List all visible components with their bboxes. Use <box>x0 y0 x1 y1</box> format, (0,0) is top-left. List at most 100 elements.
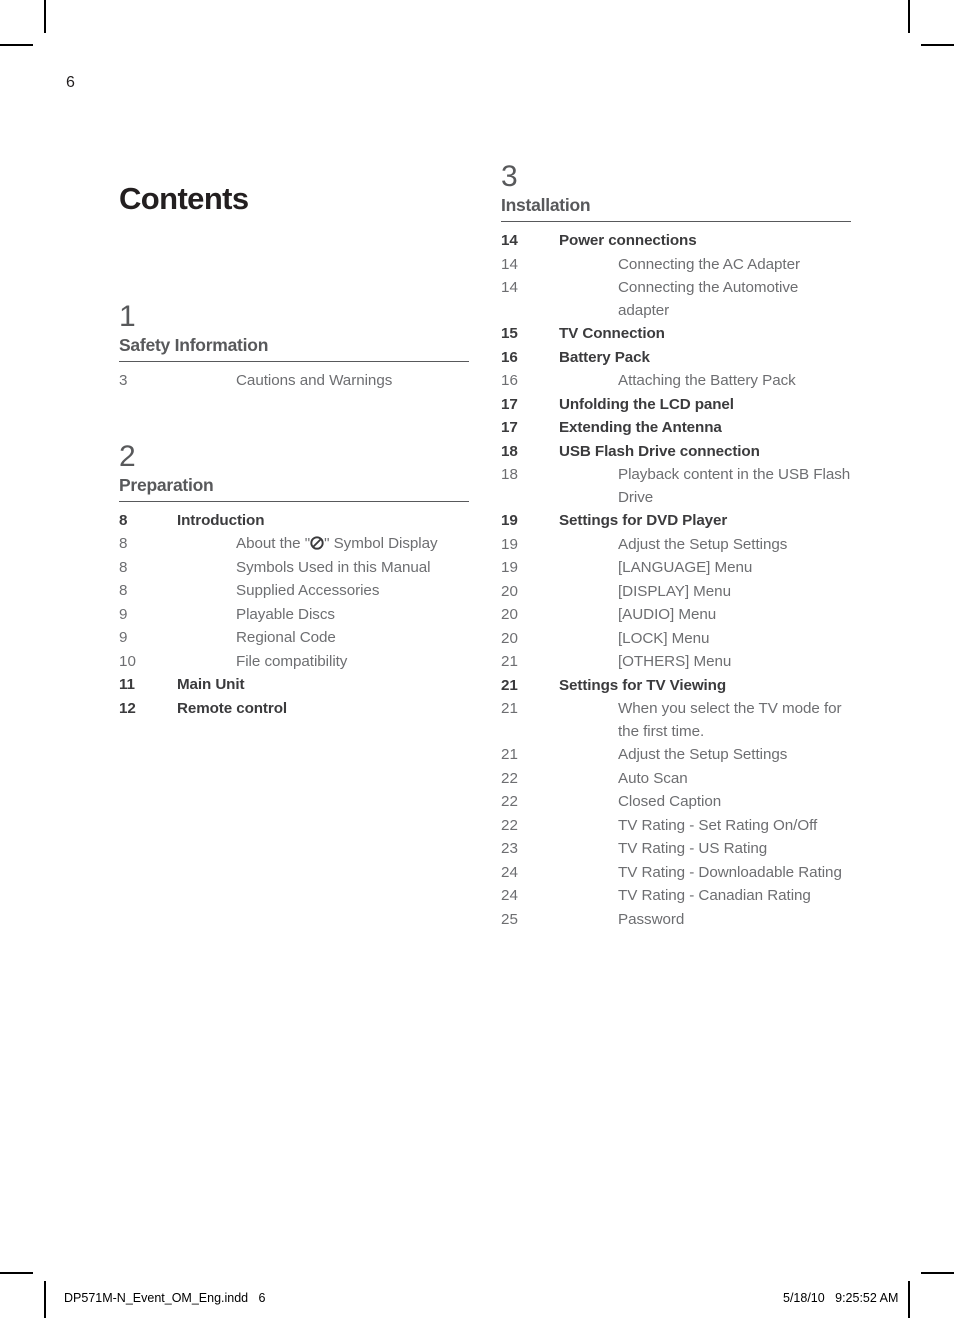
toc-entry[interactable]: 17 Unfolding the LCD panel <box>501 394 851 417</box>
toc-entry-page: 19 <box>501 512 518 529</box>
crop-mark-bottom-left-horizontal <box>0 1272 33 1274</box>
toc-entry-label: Auto Scan <box>618 769 688 787</box>
toc-entry-page: 3 <box>119 372 128 389</box>
toc-entry-label: Connecting the AC Adapter <box>618 255 800 273</box>
toc-entry-label: TV Rating - Downloadable Rating <box>618 863 842 881</box>
toc-entry-page: 9 <box>119 629 128 646</box>
section-number: 1 <box>119 300 136 333</box>
toc-entry[interactable]: 3 Cautions and Warnings <box>119 370 469 393</box>
toc-entry-page: 21 <box>501 653 519 670</box>
toc-entry-page: 20 <box>501 582 519 600</box>
toc-entry-page: 9 <box>119 605 128 623</box>
toc-entry[interactable]: 16 Attaching the Battery Pack <box>501 370 851 393</box>
section-number: 3 <box>501 160 518 193</box>
toc-entry-page: 14 <box>501 255 519 273</box>
toc-entry-page: 20 <box>501 606 519 623</box>
toc-entry-page: 18 <box>501 442 518 460</box>
toc-entry[interactable]: 21 When you select the TV mode for the fi… <box>501 698 851 743</box>
toc-entry[interactable]: 11 Main Unit <box>119 674 469 697</box>
toc-entry-label: TV Rating - Canadian Rating <box>618 887 811 904</box>
toc-entry-label: Main Unit <box>177 676 245 693</box>
toc-entry[interactable]: 21 [OTHERS] Menu <box>501 651 851 674</box>
toc-entry[interactable]: 20 [AUDIO] Menu <box>501 604 851 627</box>
toc-entry-label: [DISPLAY] Menu <box>618 582 731 600</box>
toc-entry-page: 25 <box>501 910 519 928</box>
toc-entry-label: Extending the Antenna <box>559 419 722 436</box>
toc-entry-label: Settings for TV Viewing <box>559 676 727 694</box>
toc-entry-label: Cautions and Warnings <box>236 372 393 389</box>
toc-entry[interactable]: 8 About the " " Symbol Display <box>119 533 469 556</box>
toc-entry-label: Adjust the Setup Settings <box>618 746 788 763</box>
toc-entry[interactable]: 19 [LANGUAGE] Menu <box>501 557 851 580</box>
toc-entry[interactable]: 14 Connecting the Automotive adapter <box>501 277 851 322</box>
toc-entry-label: TV Connection <box>559 325 665 342</box>
footer-file-name: DP571M-N_Event_OM_Eng.indd 6 <box>64 1291 266 1305</box>
toc-entry-label: Power connections <box>559 232 697 249</box>
toc-entry-page: 15 <box>501 325 518 342</box>
toc-entry-page: 20 <box>501 629 519 647</box>
toc-entry[interactable]: 16 Battery Pack <box>501 347 851 370</box>
toc-entry[interactable]: 10 File compatibility <box>119 651 469 674</box>
section-title: Preparation <box>119 474 469 502</box>
toc-entry[interactable]: 8 Introduction <box>119 510 469 533</box>
section-title: Safety Information <box>119 334 469 362</box>
toc-column-right: 3 Installation 14 Power connections 14 Connec… <box>501 160 851 932</box>
toc-entry[interactable]: 12 Remote control <box>119 698 469 721</box>
toc-entry[interactable]: 20 [DISPLAY] Menu <box>501 581 851 604</box>
toc-entry-label: When you select the TV mode for the firs… <box>618 700 842 740</box>
toc-entry[interactable]: 8 Supplied Accessories <box>119 580 469 603</box>
toc-entry-page: 19 <box>501 559 519 576</box>
toc-entry[interactable]: 20 [LOCK] Menu <box>501 628 851 651</box>
toc-entry[interactable]: 9 Regional Code <box>119 627 469 650</box>
toc-entry-label: About the " " Symbol Display <box>236 535 438 552</box>
toc-entry-page: 22 <box>501 793 519 810</box>
toc-entry-list: 3 Cautions and Warnings <box>119 362 469 393</box>
toc-entry-page: 21 <box>501 676 518 694</box>
toc-entry[interactable]: 22 TV Rating - Set Rating On/Off <box>501 815 851 838</box>
toc-entry[interactable]: 14 Connecting the AC Adapter <box>501 254 851 277</box>
toc-entry[interactable]: 18 Playback content in the USB Flash Driv… <box>501 464 851 509</box>
toc-entry[interactable]: 15 TV Connection <box>501 323 851 346</box>
page-number: 6 <box>66 74 76 91</box>
toc-entry[interactable]: 21 Settings for TV Viewing <box>501 675 851 698</box>
toc-entry-page: 10 <box>119 652 137 670</box>
footer-frame-left <box>44 1281 46 1318</box>
toc-entry-label: Attaching the Battery Pack <box>618 372 796 389</box>
crop-mark-top-left-horizontal <box>0 44 33 46</box>
toc-entry[interactable]: 25 Password <box>501 909 851 932</box>
toc-entry-page: 24 <box>501 887 519 904</box>
toc-entry[interactable]: 19 Settings for DVD Player <box>501 510 851 533</box>
toc-entry[interactable]: 22 Closed Caption <box>501 791 851 814</box>
toc-entry-page: 22 <box>501 816 519 834</box>
toc-entry-page: 23 <box>501 840 519 857</box>
toc-entry-page: 17 <box>501 395 518 413</box>
toc-entry[interactable]: 23 TV Rating - US Rating <box>501 838 851 861</box>
toc-entry-label: TV Rating - Set Rating On/Off <box>618 816 818 834</box>
toc-entry-page: 8 <box>119 582 128 599</box>
toc-entry[interactable]: 19 Adjust the Setup Settings <box>501 534 851 557</box>
toc-entry[interactable]: 9 Playable Discs <box>119 604 469 627</box>
toc-entry-label: [LANGUAGE] Menu <box>618 559 753 576</box>
toc-entry-label: Supplied Accessories <box>236 582 380 599</box>
toc-entry-label: TV Rating - US Rating <box>618 840 768 857</box>
toc-entry[interactable]: 24 TV Rating - Downloadable Rating <box>501 862 851 885</box>
toc-entry[interactable]: 24 TV Rating - Canadian Rating <box>501 885 851 908</box>
toc-entry-label: [AUDIO] Menu <box>618 606 717 623</box>
toc-entry-list: 14 Power connections 14 Connecting the AC A… <box>501 222 851 931</box>
toc-entry-label: Settings for DVD Player <box>559 512 728 529</box>
toc-entry-label: Connecting the Automotive adapter <box>618 279 799 319</box>
toc-entry[interactable]: 17 Extending the Antenna <box>501 417 851 440</box>
toc-entry[interactable]: 21 Adjust the Setup Settings <box>501 744 851 767</box>
toc-entry[interactable]: 18 USB Flash Drive connection <box>501 441 851 464</box>
toc-entry-label: Playback content in the USB Flash Drive <box>618 466 851 506</box>
toc-entry[interactable]: 14 Power connections <box>501 230 851 253</box>
toc-entry-page: 14 <box>501 279 519 296</box>
toc-entry-label: USB Flash Drive connection <box>559 442 760 460</box>
toc-entry-page: 14 <box>501 232 518 249</box>
toc-entry-label: [LOCK] Menu <box>618 629 710 647</box>
toc-entry[interactable]: 22 Auto Scan <box>501 768 851 791</box>
toc-entry[interactable]: 8 Symbols Used in this Manual <box>119 557 469 580</box>
footer-timestamp: 5/18/10 9:25:52 AM <box>783 1291 899 1305</box>
toc-column-left: 1 Safety Information 3 Cautions and Warning… <box>119 160 469 721</box>
toc-entry-label: Unfolding the LCD panel <box>559 395 734 413</box>
